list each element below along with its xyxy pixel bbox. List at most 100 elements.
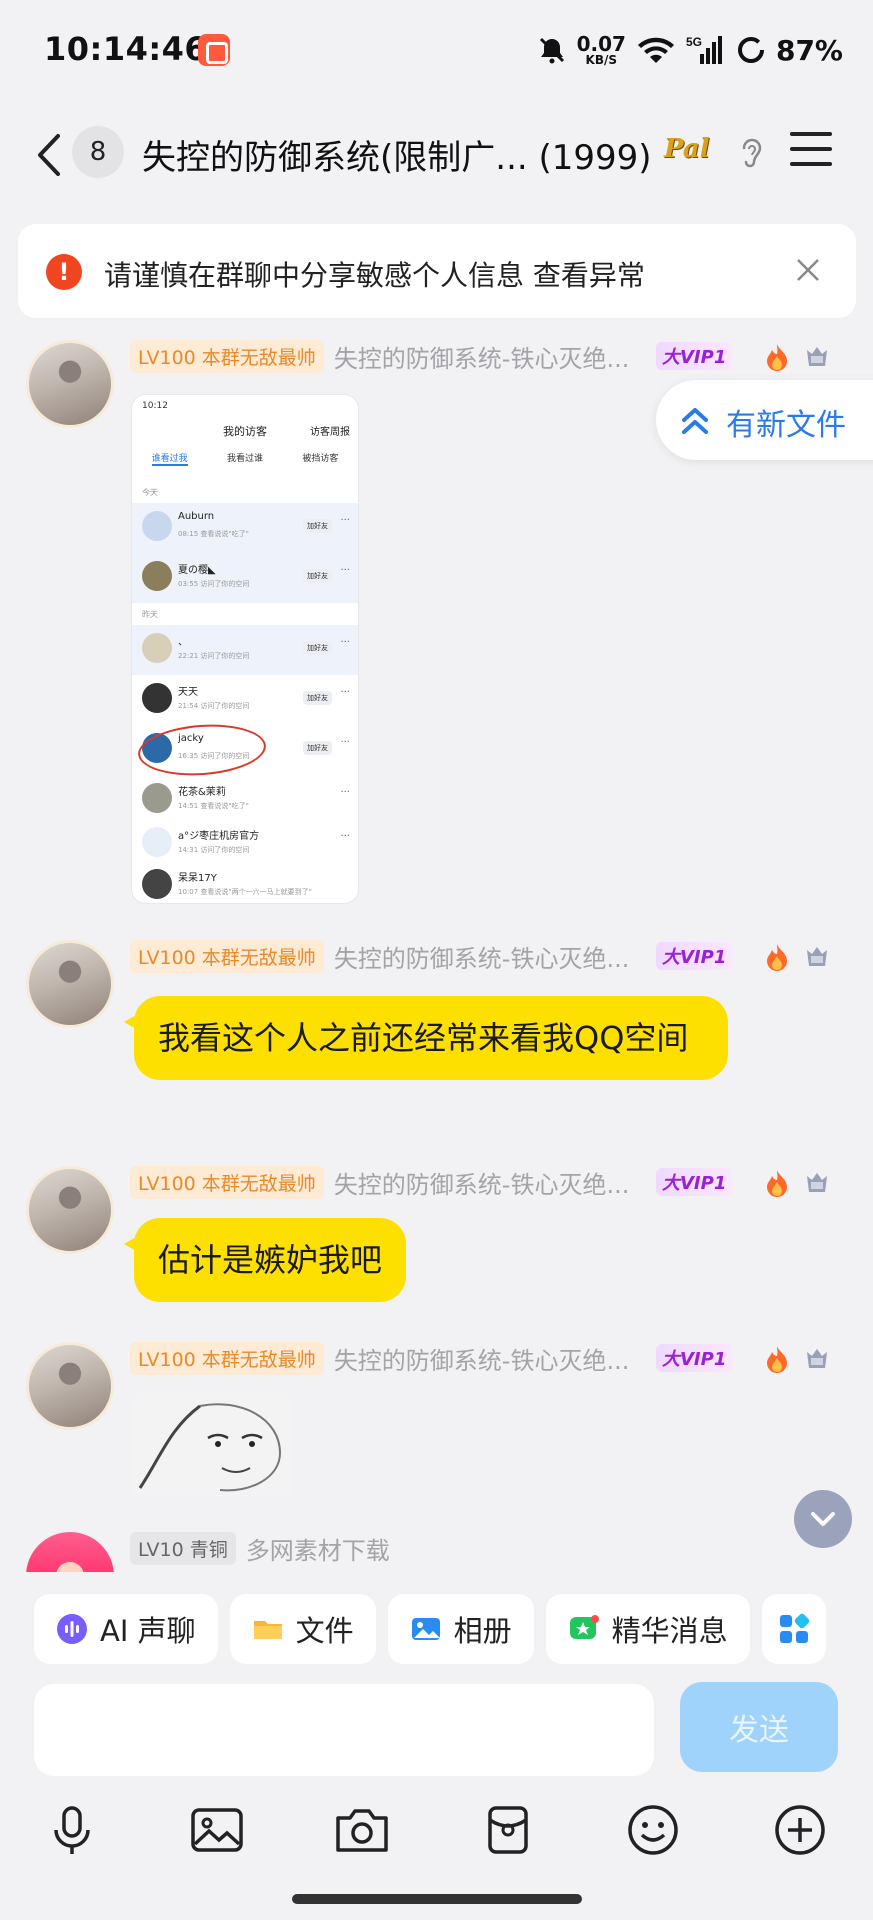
ear-icon[interactable] [738, 134, 766, 174]
level-badge: LV100 本群无敌最帅 [130, 339, 324, 373]
shot-more-icon: ··· [340, 687, 350, 698]
sender-meta: LV10 青铜 多网素材下载 [130, 1531, 390, 1566]
sticker-image[interactable] [130, 1398, 294, 1496]
shot-row-sub: 03:55 访问了你的空间 [178, 580, 250, 588]
bottom-panel: AI 声聊 文件 相册 精华消息 发送 [0, 1572, 873, 1920]
message-bubble[interactable]: 估计是嫉妒我吧 [123, 1218, 407, 1302]
crown-shield-icon [807, 1173, 827, 1192]
shot-row-name: Auburn [178, 511, 215, 522]
essence-icon [569, 1615, 599, 1639]
shot-weekly-report: 访客周报 [310, 427, 350, 438]
net-speed-unit: KB/S [585, 53, 618, 67]
sender-name[interactable]: 失控的防御系统-铁心灭绝... [334, 339, 644, 374]
chat-header: 8 失控的防御系统(限制广... (1999) Pal [0, 108, 873, 200]
crown-shield-icon [807, 347, 827, 366]
plus-circle-icon[interactable] [770, 1800, 830, 1860]
red-packet-icon[interactable] [478, 1800, 538, 1860]
sender-name[interactable]: 失控的防御系统-铁心灭绝... [334, 1165, 644, 1200]
avatar[interactable] [26, 1166, 114, 1254]
shot-add-friend: 加好友 [303, 741, 332, 755]
shot-tab: 被挡访客 [302, 454, 339, 464]
shot-add-friend: 加好友 [303, 519, 332, 533]
shot-row-sub: 14:51 查看说说"吃了" [178, 802, 249, 810]
shot-tab: 谁看过我 [151, 451, 188, 466]
message-input[interactable] [34, 1684, 654, 1776]
shot-row-sub: 21:54 访问了你的空间 [178, 702, 250, 710]
back-icon[interactable] [30, 130, 70, 180]
message-bubble[interactable]: 我看这个人之前还经常来看我QQ空间 [124, 996, 728, 1080]
ai-voice-chat-button[interactable]: AI 声聊 [34, 1594, 218, 1664]
shot-section-today: 今天 [142, 488, 158, 497]
sender-meta: LV100 本群无敌最帅 失控的防御系统-铁心灭绝... [130, 1341, 644, 1376]
shot-row-sub: 08:15 查看说说"吃了" [178, 530, 249, 538]
alert-icon: ! [46, 254, 82, 290]
shot-avatar [142, 561, 172, 591]
net-speed: 0.07 KB/S [577, 34, 626, 66]
shot-more-icon: ··· [340, 737, 350, 748]
unread-count-badge[interactable]: 8 [72, 126, 124, 178]
shot-row-name: 夏の樱◣ [178, 565, 216, 576]
shot-row-sub: 14:31 访问了你的空间 [178, 846, 250, 854]
shot-more-icon: ··· [340, 787, 350, 798]
close-icon[interactable] [794, 256, 822, 284]
sender-name[interactable]: 失控的防御系统-铁心灭绝... [334, 939, 644, 974]
status-icons: 0.07 KB/S 5G 87% [537, 28, 843, 72]
files-button[interactable]: 文件 [229, 1594, 376, 1664]
menu-icon[interactable] [790, 132, 832, 172]
image-icon[interactable] [187, 1800, 247, 1860]
shot-add-friend: 加好友 [303, 569, 332, 583]
apps-grid-icon [779, 1613, 809, 1643]
notification-app-icon [198, 34, 230, 66]
shot-row-sub: 10:07 查看说说"两个一六一马上就要到了" [178, 888, 312, 896]
more-apps-button[interactable] [761, 1594, 826, 1664]
shot-avatar [142, 783, 172, 813]
group-title[interactable]: 失控的防御系统(限制广... (1999) [142, 130, 662, 179]
camera-icon[interactable] [332, 1800, 392, 1860]
send-button[interactable]: 发送 [680, 1682, 838, 1772]
new-file-button[interactable]: 有新文件 [656, 380, 873, 460]
emoji-icon[interactable] [623, 1800, 683, 1860]
level-badge: LV10 青铜 [130, 1531, 236, 1565]
shot-row-sub: 22:21 访问了你的空间 [178, 652, 250, 660]
shot-add-friend: 加好友 [303, 691, 332, 705]
shot-row: 花茶&茉莉 14:51 查看说说"吃了" ··· [132, 775, 358, 825]
flame-icon [767, 1170, 787, 1197]
shot-tabs: 谁看过我 我看过谁 被挡访客 [132, 451, 358, 466]
sender-name[interactable]: 多网素材下载 [246, 1531, 390, 1566]
vip-badge: 大VIP1 [656, 942, 733, 970]
privacy-warning-banner[interactable]: ! 请谨慎在群聊中分享敏感个人信息 查看异常 [18, 224, 856, 318]
face-sketch-icon [138, 1403, 282, 1492]
shot-row-name: 呆呆17Y [178, 873, 217, 884]
wifi-icon [637, 37, 674, 63]
vip-badge: 大VIP1 [656, 1168, 733, 1196]
chip-label: 相册 [453, 1614, 512, 1648]
clock: 10:14:46 [44, 30, 208, 68]
shot-row: 呆呆17Y 10:07 查看说说"两个一六一马上就要到了" [132, 861, 358, 903]
warning-text[interactable]: 请谨慎在群聊中分享敏感个人信息 查看异常 [104, 254, 645, 294]
home-indicator[interactable] [292, 1894, 582, 1904]
shared-screenshot-image[interactable]: 10:12 我的访客 访客周报 谁看过我 我看过谁 被挡访客 今天 Auburn… [132, 395, 358, 903]
shot-avatar [142, 683, 172, 713]
microphone-icon[interactable] [42, 1800, 102, 1860]
ai-voice-icon [57, 1614, 87, 1644]
level-badge: LV100 本群无敌最帅 [130, 1165, 324, 1199]
avatar[interactable] [26, 340, 114, 428]
scroll-to-bottom-button[interactable] [794, 1490, 852, 1548]
status-bar: 10:14:46 0.07 KB/S 5G 87% [0, 0, 873, 100]
quick-actions: AI 声聊 文件 相册 精华消息 [34, 1594, 826, 1664]
chip-label: 精华消息 [611, 1614, 728, 1648]
folder-icon [253, 1621, 282, 1639]
avatar[interactable] [26, 1342, 114, 1430]
avatar[interactable] [26, 940, 114, 1028]
mute-bell-icon [539, 37, 564, 64]
album-icon [411, 1618, 440, 1640]
essence-messages-button[interactable]: 精华消息 [545, 1594, 750, 1664]
album-button[interactable]: 相册 [387, 1594, 534, 1664]
shot-section-yesterday: 昨天 [142, 610, 158, 619]
shot-avatar [142, 633, 172, 663]
shot-more-icon: ··· [340, 565, 350, 576]
shot-row-name: 、 [178, 637, 188, 648]
sender-meta: LV100 本群无敌最帅 失控的防御系统-铁心灭绝... [130, 1165, 644, 1200]
sender-name[interactable]: 失控的防御系统-铁心灭绝... [334, 1341, 644, 1376]
shot-more-icon: ··· [340, 831, 350, 842]
